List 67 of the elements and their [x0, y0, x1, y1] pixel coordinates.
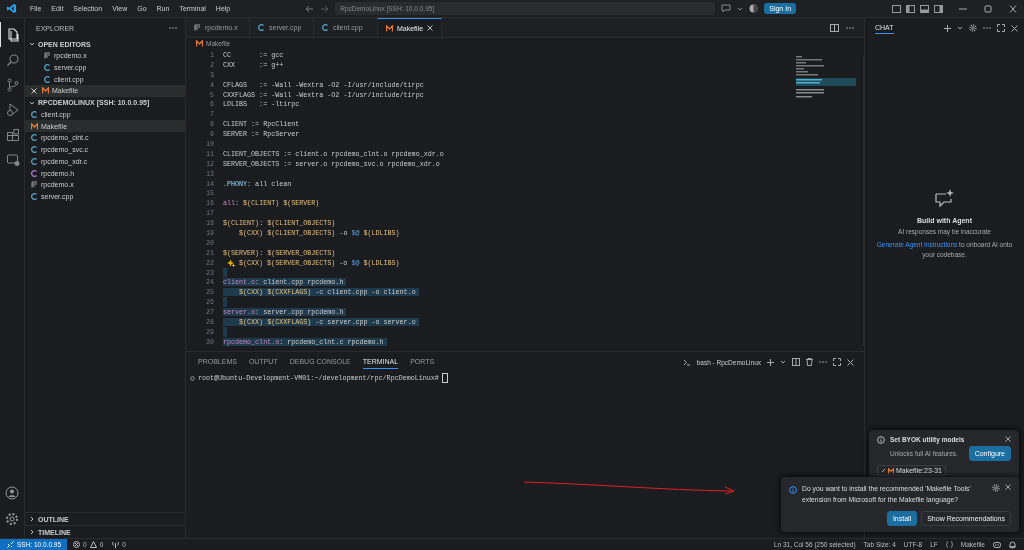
close-icon[interactable] — [847, 358, 854, 366]
cpp-file-icon — [322, 24, 329, 31]
explorer-icon[interactable] — [5, 27, 20, 42]
makefile-file-icon — [31, 122, 38, 130]
close-icon[interactable] — [31, 87, 37, 94]
status-circle-icon — [190, 375, 195, 381]
warning-icon[interactable] — [89, 541, 97, 548]
close-icon[interactable] — [427, 25, 433, 31]
layout-icon[interactable] — [920, 4, 929, 13]
account-icon[interactable] — [5, 486, 19, 500]
terminal-icon — [682, 358, 691, 366]
caret-icon[interactable] — [957, 26, 963, 30]
back-arrow-icon[interactable] — [305, 4, 315, 13]
close-icon[interactable] — [1005, 436, 1011, 443]
antenna-icon[interactable] — [112, 541, 120, 548]
text-file-icon — [44, 52, 51, 60]
text-file-icon — [31, 181, 38, 189]
layout-icon[interactable] — [934, 4, 943, 13]
copilot-icon[interactable] — [993, 541, 1001, 548]
caret-icon[interactable] — [780, 360, 786, 364]
chevron-icon[interactable] — [29, 41, 35, 47]
add-icon[interactable] — [944, 24, 951, 32]
makefile-file-icon — [196, 39, 203, 47]
error-icon[interactable] — [73, 541, 81, 548]
restore-icon[interactable] — [983, 4, 993, 13]
layout-icon[interactable] — [892, 4, 901, 13]
close-icon[interactable] — [1011, 24, 1018, 32]
trash-icon[interactable] — [806, 358, 813, 366]
add-icon[interactable] — [767, 358, 774, 366]
text-file-icon — [194, 24, 201, 31]
makefile-file-icon — [386, 24, 393, 32]
split-terminal-icon[interactable] — [792, 358, 800, 366]
layout-icon[interactable] — [906, 4, 915, 13]
chevron-icon[interactable] — [29, 529, 35, 535]
maximize-icon[interactable] — [997, 24, 1005, 32]
makefile-file-icon — [888, 467, 894, 474]
h-file-icon — [31, 169, 38, 177]
chevron-icon[interactable] — [29, 99, 35, 106]
settings-icon[interactable] — [969, 24, 977, 32]
search-icon[interactable] — [5, 52, 20, 67]
more-icon[interactable] — [846, 26, 854, 29]
close-icon[interactable] — [1008, 4, 1018, 13]
pin-icon — [881, 468, 886, 474]
info-icon — [877, 436, 885, 445]
chevron-icon[interactable] — [29, 516, 35, 522]
settings-icon[interactable] — [5, 512, 19, 526]
source-control-icon[interactable] — [5, 77, 20, 92]
settings-icon[interactable] — [992, 484, 1000, 493]
maximize-icon[interactable] — [833, 358, 841, 366]
run-debug-icon[interactable] — [5, 102, 20, 117]
close-icon[interactable] — [1005, 484, 1011, 491]
extensions-icon[interactable] — [5, 127, 20, 142]
braces-icon — [945, 541, 953, 548]
split-editor-icon[interactable] — [830, 23, 839, 32]
terminal-cursor — [441, 373, 448, 383]
cpp-file-icon — [31, 192, 38, 200]
caret-icon[interactable] — [737, 6, 744, 11]
bell-icon[interactable] — [1009, 540, 1016, 549]
makefile-file-icon — [42, 87, 49, 95]
chat-sparkle-icon — [933, 188, 956, 208]
info-icon — [789, 486, 797, 495]
cpp-file-icon — [258, 24, 265, 31]
accounts-icon[interactable] — [749, 4, 759, 13]
remote-explorer-icon[interactable] — [5, 152, 20, 167]
chat-icon[interactable] — [721, 4, 732, 13]
cpp-file-icon — [31, 111, 38, 119]
app-logo-icon — [6, 3, 17, 14]
